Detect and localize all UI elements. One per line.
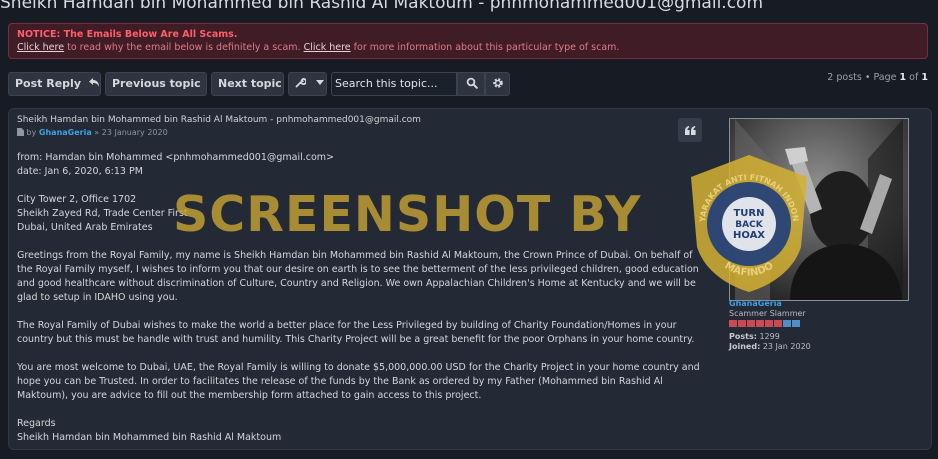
rank-pip [729, 320, 737, 327]
page-label: Page [873, 72, 897, 83]
rank-rating [729, 320, 811, 327]
by-label: by [26, 128, 37, 137]
notice-text-1: to read why the email below is definitel… [64, 42, 304, 53]
scam-notice: NOTICE: The Emails Below Are All Scams. … [8, 23, 928, 59]
quote-icon [684, 126, 696, 135]
body-paragraph-3: You are most welcome to Dubai, UAE, the … [17, 362, 700, 401]
address-line-2: Sheikh Zayed Rd, Trade Center First [17, 208, 188, 219]
current-page: 1 [899, 72, 907, 83]
post-reply-button[interactable]: Post Reply [8, 72, 101, 96]
rank-pip [747, 320, 755, 327]
post-body: from: Hamdan bin Mohammed <pnhmohammed00… [17, 151, 707, 459]
file-icon [17, 128, 24, 136]
body-paragraph-1: Greetings from the Royal Family, my name… [17, 250, 699, 303]
profile-username[interactable]: GhanaGeria [729, 299, 811, 309]
quote-button[interactable] [678, 118, 702, 142]
page-title: Sheikh Hamdan bin Mohammed bin Rashid Al… [0, 0, 764, 13]
regards: Regards [17, 418, 56, 429]
post-title[interactable]: Sheikh Hamdan bin Mohammed bin Rashid Al… [17, 115, 421, 125]
body-paragraph-2: The Royal Family of Dubai wishes to make… [17, 320, 695, 345]
next-topic-button[interactable]: Next topic [211, 72, 284, 96]
pagination: 2 posts • Page 1 of 1 [827, 72, 928, 83]
post-count: 2 posts [827, 72, 862, 83]
rank-pip [756, 320, 764, 327]
of-label: of [909, 72, 919, 83]
joined-label: Joined: [729, 342, 761, 351]
advanced-search-button[interactable] [485, 72, 510, 96]
email-from: from: Hamdan bin Mohammed <pnhmohammed00… [17, 152, 335, 163]
rank-pip [738, 320, 746, 327]
search-button[interactable] [457, 72, 485, 96]
avatar[interactable] [729, 118, 909, 301]
wrench-icon [295, 78, 308, 88]
post-author[interactable]: GhanaGeria [39, 128, 92, 137]
notice-link-why-scam[interactable]: Click here [17, 42, 64, 53]
post-reply-label: Post Reply [15, 77, 81, 90]
previous-topic-button[interactable]: Previous topic [105, 72, 207, 96]
rank-pip [792, 320, 800, 327]
gear-icon [493, 78, 503, 88]
avatar-image [730, 119, 908, 300]
notice-link-more-info[interactable]: Click here [304, 42, 351, 53]
caret-down-icon [315, 80, 324, 85]
post-container: Sheikh Hamdan bin Mohammed bin Rashid Al… [8, 108, 932, 450]
email-date: date: Jan 6, 2020, 6:13 PM [17, 166, 143, 177]
search-icon [466, 77, 478, 89]
posts-label: Posts: [729, 332, 757, 341]
posts-count: 1299 [759, 332, 780, 341]
reply-arrow-icon [88, 78, 99, 87]
address-line-1: City Tower 2, Office 1702 [17, 194, 137, 205]
search-topic-input[interactable]: Search this topic... [331, 72, 457, 96]
rank-pip [774, 320, 782, 327]
notice-title: NOTICE: The Emails Below Are All Scams. [17, 29, 238, 40]
rank-pip [765, 320, 773, 327]
joined-date: 23 Jan 2020 [762, 342, 811, 351]
profile-rank: Scammer Slammer [729, 309, 806, 318]
notice-text-2: for more information about this particul… [350, 42, 620, 53]
total-pages: 1 [921, 72, 928, 83]
address-line-3: Dubai, United Arab Emirates [17, 222, 153, 233]
topic-tools-button[interactable] [288, 72, 327, 96]
rank-pip [783, 320, 791, 327]
author-profile: GhanaGeria Scammer Slammer Posts: 1299 J… [729, 299, 811, 352]
post-date: » 23 January 2020 [94, 128, 168, 137]
post-meta: by GhanaGeria » 23 January 2020 [17, 128, 168, 137]
